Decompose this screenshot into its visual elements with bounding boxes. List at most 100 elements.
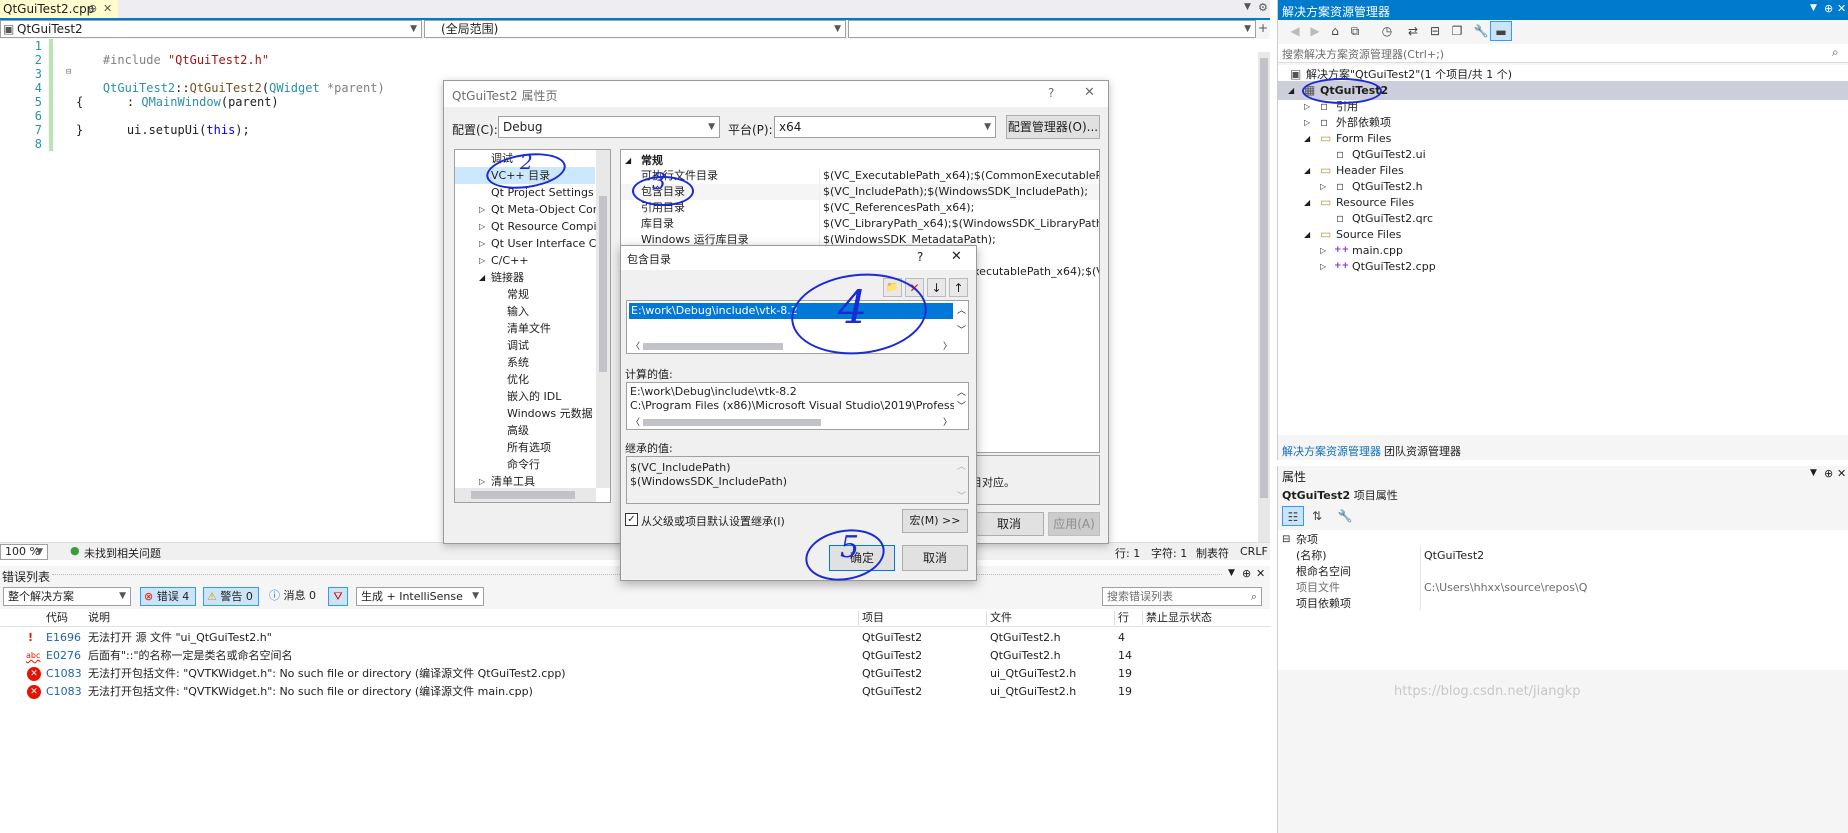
tree-item-linker[interactable]: ◢ 链接器 [455, 269, 595, 286]
scrollbar-thumb[interactable] [471, 491, 575, 499]
chevron-up-icon[interactable]: ︿ [957, 459, 966, 472]
warnings-filter-button[interactable]: ⚠ 警告 0 [203, 587, 259, 606]
help-button[interactable]: ? [1048, 86, 1054, 100]
config-manager-button[interactable]: 配置管理器(O)... [1006, 115, 1100, 139]
close-icon[interactable]: ✕ [103, 2, 112, 15]
close-button[interactable]: ✕ [951, 249, 962, 264]
property-row-library-dirs[interactable]: 库目录 $(VC_LibraryPath_x64);$(WindowsSDK_L… [621, 216, 1099, 232]
filter-toggle-button[interactable]: ⛛ [328, 587, 348, 606]
column-divider[interactable] [1114, 611, 1115, 625]
pending-changes-icon[interactable]: ◷ [1376, 21, 1398, 41]
pin-icon[interactable]: ⊕ [1242, 567, 1251, 580]
chevron-left-icon[interactable]: 〈 [631, 339, 640, 352]
zoom-combo[interactable]: 100 % ▼ [0, 544, 48, 560]
macros-button[interactable]: 宏(M) >> [902, 509, 968, 533]
solution-search-input[interactable]: 搜索解决方案资源管理器(Ctrl+;) ⌕ [1278, 44, 1848, 63]
tree-item-linker-system[interactable]: 系统 [455, 354, 595, 371]
home-icon[interactable]: ⌂ [1324, 21, 1346, 41]
split-icon[interactable]: + [1258, 21, 1268, 35]
alphabetical-icon[interactable]: ⇅ [1306, 506, 1328, 526]
error-code-link[interactable]: C1083 [46, 682, 82, 702]
table-row[interactable]: abc E0276 后面有"::"的名称一定是类名或命名空间名 QtGuiTes… [0, 646, 1270, 666]
expand-arrow-icon[interactable]: ▷ [479, 252, 485, 269]
tree-item-linker-debug[interactable]: 调试 [455, 337, 595, 354]
error-code-link[interactable]: E1696 [46, 628, 81, 648]
build-filter-combo[interactable]: 生成 + IntelliSense ▼ [356, 587, 484, 606]
forward-icon[interactable]: ▶ [1304, 21, 1326, 41]
column-divider[interactable] [858, 611, 859, 625]
dropdown-icon[interactable]: ▼ [1228, 568, 1235, 578]
messages-filter-button[interactable]: ⓘ 消息 0 [266, 587, 322, 606]
back-icon[interactable]: ◀ [1284, 21, 1306, 41]
class-combo[interactable]: ▣ QtGuiTest2 ▼ [0, 20, 422, 38]
inherit-checkbox[interactable]: ✓ [625, 513, 638, 526]
column-header-file[interactable]: 文件 [990, 609, 1012, 627]
tab-team-explorer[interactable]: 团队资源管理器 [1384, 443, 1461, 459]
tree-item-linker-metadata[interactable]: Windows 元数据 [455, 405, 595, 422]
tree-item-linker-all-options[interactable]: 所有选项 [455, 439, 595, 456]
pin-icon[interactable]: ⊕ [88, 2, 97, 15]
list-horizontal-scrollbar[interactable]: 〈 〉 [627, 339, 955, 353]
tree-item-qt-rcc[interactable]: ▷ Qt Resource Compile [455, 218, 606, 235]
property-row[interactable]: 项目依赖项 [1278, 594, 1848, 613]
chevron-down-icon[interactable]: ﹀ [957, 323, 966, 336]
table-row[interactable]: ✕ C1083 无法打开包括文件: "QVTKWidget.h": No suc… [0, 682, 1270, 702]
member-combo[interactable]: ▼ [848, 20, 1256, 38]
move-down-button[interactable]: ↓ [927, 278, 946, 297]
chevron-left-icon[interactable]: 〈 [631, 415, 640, 428]
pin-icon[interactable]: ⊕ [1824, 467, 1833, 480]
config-combo[interactable]: Debug ▼ [498, 116, 720, 138]
scope-combo[interactable]: (全局范围) ▼ [424, 20, 846, 38]
error-code-link[interactable]: C1083 [46, 664, 82, 684]
collapse-icon[interactable]: ◢ [625, 152, 631, 169]
show-all-files-icon[interactable]: ❐ [1446, 21, 1468, 41]
tree-item-linker-input[interactable]: 输入 [455, 303, 595, 320]
categorized-icon[interactable]: ☷ [1282, 506, 1304, 526]
chevron-up-icon[interactable]: ︿ [957, 303, 966, 316]
cancel-button[interactable]: 取消 [974, 512, 1044, 536]
dropdown-icon[interactable]: ▼ [1810, 3, 1817, 13]
cancel-button[interactable]: 取消 [902, 545, 968, 571]
editor-vertical-scrollbar[interactable] [1258, 52, 1270, 542]
tree-item-linker-general[interactable]: 常规 [455, 286, 595, 303]
tree-item-linker-manifest[interactable]: 清单文件 [455, 320, 595, 337]
tree-item-linker-optimization[interactable]: 优化 [455, 371, 595, 388]
tree-vertical-scrollbar[interactable] [596, 150, 610, 488]
expand-arrow-icon[interactable]: ◢ [479, 269, 485, 286]
tree-item-qt-uic[interactable]: ▷ Qt User Interface Co [455, 235, 603, 252]
expand-arrow-icon[interactable]: ▷ [1320, 257, 1326, 276]
table-row[interactable]: ✕ C1083 无法打开包括文件: "QVTKWidget.h": No suc… [0, 664, 1270, 684]
chevron-right-icon[interactable]: 〉 [943, 339, 952, 352]
dropdown-icon[interactable]: ▼ [1810, 468, 1817, 478]
tree-item-qtguitest2-cpp[interactable]: ▷ ++ QtGuiTest2.cpp [1278, 257, 1848, 276]
close-icon[interactable]: ✕ [1256, 567, 1265, 580]
property-divider[interactable] [1420, 546, 1421, 610]
scrollbar-thumb[interactable] [599, 196, 607, 372]
column-header-code[interactable]: 代码 [46, 609, 68, 627]
close-icon[interactable]: ✕ [1837, 2, 1846, 15]
platform-combo[interactable]: x64 ▼ [774, 116, 996, 138]
tab-solution-explorer[interactable]: 解决方案资源管理器 [1282, 443, 1381, 459]
chevron-down-icon[interactable]: ﹀ [957, 489, 966, 502]
switch-views-icon[interactable]: ⧉ [1344, 21, 1366, 41]
move-up-button[interactable]: ↑ [949, 278, 968, 297]
preview-icon[interactable]: ▬ [1490, 21, 1512, 41]
column-header-desc[interactable]: 说明 [88, 609, 110, 627]
tree-item-qt-moc[interactable]: ▷ Qt Meta-Object Com [455, 201, 604, 218]
tree-item-cpp[interactable]: ▷ C/C++ [455, 252, 595, 269]
scope-filter-combo[interactable]: 整个解决方案 ▼ [3, 587, 131, 606]
help-button[interactable]: ? [917, 250, 923, 264]
column-header-line[interactable]: 行 [1118, 609, 1129, 627]
chevron-right-icon[interactable]: 〉 [943, 415, 952, 428]
gear-icon[interactable]: ⚙ [1258, 1, 1268, 14]
tree-item-linker-idl[interactable]: 嵌入的 IDL [455, 388, 595, 405]
expand-arrow-icon[interactable]: ▷ [479, 201, 485, 218]
column-divider[interactable] [986, 611, 987, 625]
error-code-link[interactable]: E0276 [46, 646, 81, 666]
chevron-down-icon[interactable]: ﹀ [957, 399, 966, 412]
computed-horizontal-scrollbar[interactable]: 〈 〉 [627, 415, 955, 429]
close-icon[interactable]: ✕ [1837, 467, 1846, 480]
tree-item-linker-cmdline[interactable]: 命令行 [455, 456, 595, 473]
property-row-executable-dirs[interactable]: 可执行文件目录 $(VC_ExecutablePath_x64);$(Commo… [621, 168, 1099, 184]
error-search-input[interactable]: 搜索错误列表 ⌕ [1102, 587, 1262, 606]
